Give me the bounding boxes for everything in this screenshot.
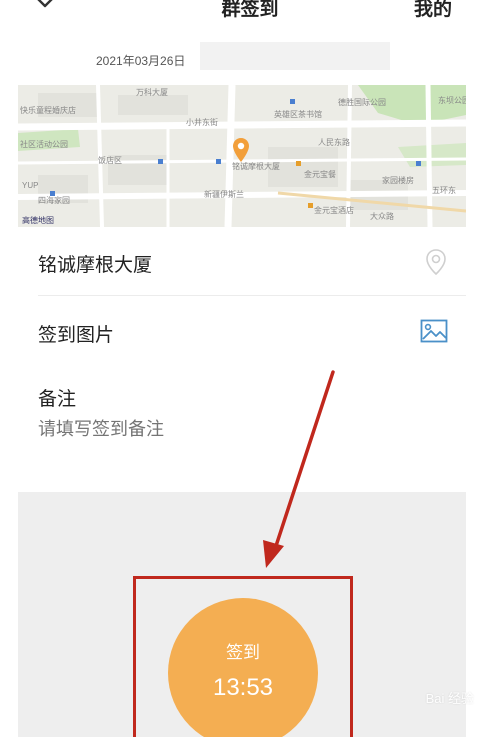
location-pin-icon[interactable] [424, 248, 448, 276]
map-label: 万科大厦 [136, 88, 168, 97]
checkin-date: 2021年03月26日 [96, 54, 186, 68]
map-view[interactable]: 万科大厦 快乐童程婚庆店 小井东街 英雄区茶书馆 德胜国际公园 东坝公园 社区活… [18, 85, 466, 227]
map-label: 英雄区茶书馆 [274, 110, 322, 119]
map-label: 高德地图 [22, 216, 54, 225]
map-label: 五环东 [432, 186, 456, 195]
photo-label: 签到图片 [38, 324, 115, 346]
map-label: 金元宝酒店 [314, 206, 354, 215]
map-pin-icon [233, 138, 249, 162]
mine-link[interactable]: 我的 [414, 0, 452, 21]
map-label: 东坝公园 [438, 96, 466, 105]
map-label: 快乐童程婚庆店 [20, 106, 76, 115]
location-row[interactable]: 铭诚摩根大厦 [38, 228, 466, 296]
map-label: 小井东街 [186, 118, 218, 127]
remark-input[interactable] [38, 419, 438, 440]
top-bar: 群签到 我的 [0, 0, 500, 30]
redacted-area [200, 42, 390, 70]
map-label: 四海家园 [38, 196, 70, 205]
remark-label: 备注 [38, 388, 77, 410]
watermark-text: Bai 经验 [425, 691, 474, 706]
map-label: 社区活动公园 [20, 140, 68, 149]
map-label: 饭店区 [98, 156, 122, 165]
annotation-highlight-box [133, 576, 353, 737]
map-label: 金元宝餐 [304, 170, 336, 179]
map-label: 家园楼房 [382, 176, 414, 185]
map-label: YUP [22, 181, 39, 190]
map-label: 德胜国际公园 [338, 98, 386, 107]
photo-row[interactable]: 签到图片 [38, 296, 466, 366]
image-icon[interactable] [420, 319, 448, 343]
map-label: 人民东路 [318, 138, 350, 147]
map-label: 新疆伊斯兰 [204, 190, 244, 199]
location-name: 铭诚摩根大厦 [38, 254, 153, 276]
map-label: 大众路 [370, 212, 394, 221]
